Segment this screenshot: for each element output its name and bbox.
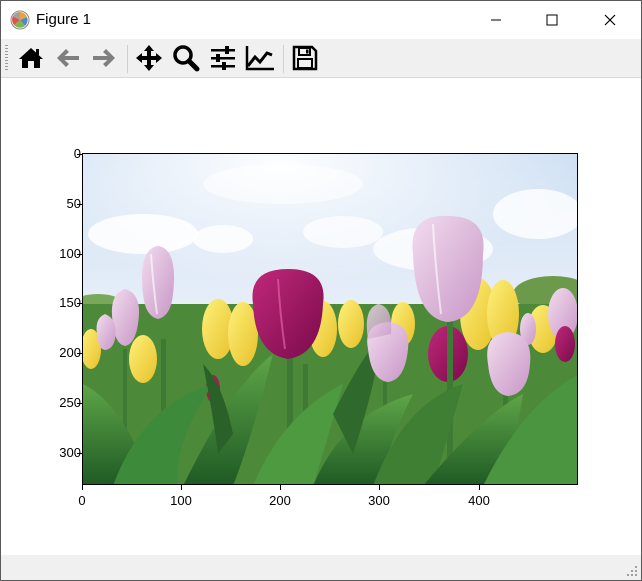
toolbar-separator [127,45,128,73]
close-icon [604,14,616,26]
matplotlib-logo-icon [10,10,30,30]
x-tick-label: 0 [78,493,86,508]
arrow-right-icon [93,49,115,67]
maximize-icon [546,14,558,26]
resize-grip-icon[interactable] [626,565,638,577]
status-bar [1,555,641,580]
x-tick-mark [479,485,480,490]
zoom-button[interactable] [170,43,202,73]
x-tick-label: 300 [368,493,390,508]
pan-button[interactable] [133,43,165,73]
x-tick-mark [280,485,281,490]
navigation-toolbar [1,39,641,78]
move-icon [136,45,162,71]
home-button[interactable] [15,43,47,73]
minimize-icon [491,19,501,21]
back-button[interactable] [52,43,84,73]
x-tick-mark [82,485,83,490]
toolbar-grip[interactable] [5,45,8,71]
image-axes[interactable] [82,153,578,485]
close-button[interactable] [581,1,639,39]
toolbar-separator [283,45,284,73]
forward-button[interactable] [88,43,120,73]
maximize-button[interactable] [523,1,581,39]
tulip-field-image [83,154,577,484]
sliders-icon [211,46,235,70]
x-tick-label: 100 [170,493,192,508]
x-tick-label: 400 [468,493,490,508]
floppy-disk-icon [292,45,318,71]
window-title: Figure 1 [36,11,92,28]
customize-button[interactable] [244,43,276,73]
x-tick-mark [379,485,380,490]
arrow-left-icon [57,49,79,67]
home-icon [19,48,43,68]
figure-window: Figure 1 50 100 150 200 250 300 0 100 20… [0,0,642,581]
subplots-button[interactable] [207,43,239,73]
x-tick-mark [181,485,182,490]
line-chart-icon [245,46,274,71]
title-bar[interactable]: Figure 1 [1,1,641,39]
minimize-button[interactable] [467,1,525,39]
save-button[interactable] [289,43,321,73]
magnifier-icon [173,45,200,72]
x-tick-label: 200 [269,493,291,508]
figure-canvas[interactable]: 0 50 100 150 200 250 300 [1,78,641,555]
